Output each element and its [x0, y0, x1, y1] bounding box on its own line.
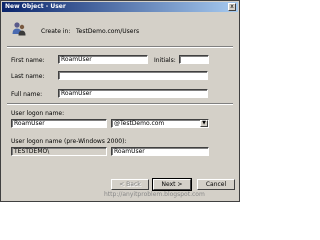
first-name-label: First name:: [11, 57, 45, 64]
cancel-button[interactable]: Cancel: [197, 179, 235, 190]
next-button[interactable]: Next >: [152, 178, 192, 191]
title-bar[interactable]: New Object - User x: [2, 2, 238, 12]
domain-select[interactable]: @TestDemo.com ▼: [111, 119, 209, 128]
pre2000-label: User logon name (pre-Windows 2000):: [11, 138, 127, 145]
domain-value: @TestDemo.com: [114, 120, 165, 127]
last-name-field[interactable]: [58, 71, 208, 80]
create-in-path: TestDemo.com/Users: [76, 28, 140, 35]
full-name-label: Full name:: [11, 91, 43, 98]
last-name-label: Last name:: [11, 73, 45, 80]
initials-field[interactable]: [179, 55, 209, 64]
pre2000-logon-field[interactable]: RoamUser: [111, 147, 209, 156]
window-title: New Object - User: [5, 3, 66, 10]
logon-name-field[interactable]: RoamUser: [11, 119, 107, 128]
chevron-down-icon[interactable]: ▼: [200, 120, 208, 127]
divider: [7, 46, 233, 48]
create-in-label: Create in:: [41, 28, 71, 35]
logon-name-label: User logon name:: [11, 110, 65, 117]
close-button[interactable]: x: [228, 3, 236, 11]
divider: [7, 103, 233, 105]
watermark: http://anyitproblem.blogspot.com: [104, 191, 205, 198]
full-name-field[interactable]: RoamUser: [58, 89, 208, 98]
initials-label: Initials:: [154, 57, 176, 64]
first-name-field[interactable]: RoamUser: [58, 55, 148, 64]
pre2000-domain-field: TESTDEMO\: [11, 147, 107, 156]
users-icon: [12, 22, 26, 36]
back-button[interactable]: < Back: [111, 179, 149, 190]
new-object-user-dialog: New Object - User x Create in: TestDemo.…: [0, 0, 240, 202]
